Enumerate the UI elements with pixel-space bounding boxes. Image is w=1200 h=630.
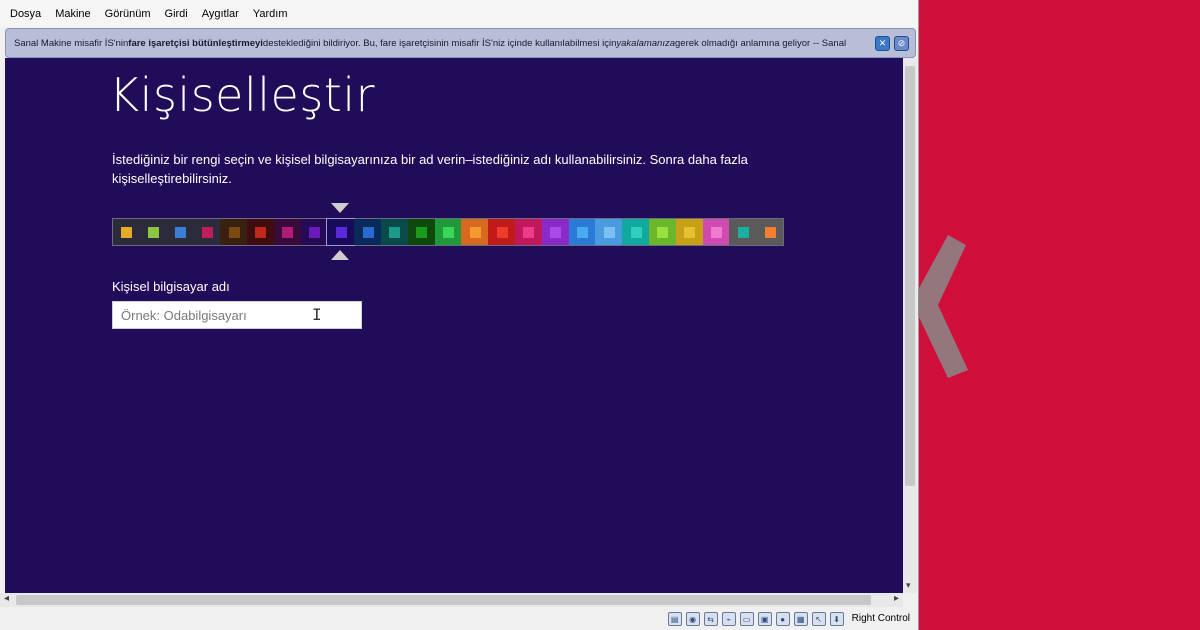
color-swatch-chip [121,227,133,238]
color-swatch[interactable] [300,219,328,245]
network-icon[interactable]: ⇆ [703,611,718,626]
color-swatch[interactable] [648,219,676,245]
color-swatch[interactable] [675,219,703,245]
notification-italic: yakalamanıza [616,37,676,49]
shared-folders-icon[interactable]: ▭ [739,611,754,626]
mouse-integration-icon[interactable]: ↖ [811,611,826,626]
virtualbox-window: Dosya Makine Görünüm Girdi Aygıtlar Yard… [0,0,919,630]
color-swatch[interactable] [354,219,381,245]
color-swatch-chip [308,227,320,238]
notification-text-3: gerek olmadığı anlamına geliyor -- Sanal [675,37,847,49]
color-swatch-chip [523,227,535,238]
color-swatch[interactable] [273,219,301,245]
horizontal-scrollbar[interactable]: ◂ ▸ [0,593,903,607]
usb-icon[interactable]: ⌁ [721,611,736,626]
color-swatch[interactable] [568,219,596,245]
display-icon[interactable]: ▣ [757,611,772,626]
vertical-scrollbar[interactable]: ▾ [903,58,917,593]
color-swatch[interactable] [434,219,462,245]
menu-aygitlar[interactable]: Aygıtlar [195,8,246,20]
color-swatch-chip [389,227,401,238]
notification-close-icon[interactable]: ⊘ [894,36,909,51]
menu-makine[interactable]: Makine [48,8,97,20]
color-swatch-chip [442,227,454,238]
color-swatch-chip [255,227,267,238]
notification-bold: fare işaretçisi bütünleştirmeyi [128,37,263,49]
horizontal-scroll-thumb[interactable] [16,595,871,605]
hard-disk-icon[interactable]: ▤ [667,611,682,626]
notification-info-icon[interactable]: ✕ [875,36,890,51]
text-cursor-icon: I [312,305,322,324]
color-swatch[interactable] [514,219,542,245]
color-swatch-chip [550,227,562,238]
color-swatch-chip [228,227,240,238]
selected-color-indicator-bottom-icon [331,250,349,260]
statusbar: ▤ ◉ ⇆ ⌁ ▭ ▣ ● ▦ ↖ ⬇ Right Control [0,607,918,630]
color-swatch[interactable] [488,219,515,245]
color-swatch[interactable] [139,219,167,245]
color-swatch-chip [282,227,294,238]
pc-name-label: Kişisel bilgisayar adı [112,279,230,294]
color-swatch[interactable] [246,219,274,245]
color-swatch[interactable] [193,219,221,245]
color-swatch[interactable] [166,219,194,245]
color-swatch-chip [657,227,669,238]
color-swatch-chip [335,227,347,238]
color-picker[interactable] [112,218,784,246]
color-swatch[interactable] [407,219,435,245]
color-swatch-chip [201,227,213,238]
guest-screen[interactable]: Kişiselleştir İstediğiniz bir rengi seçi… [5,58,903,593]
host-key-label: Right Control [851,613,910,624]
color-swatch[interactable] [380,219,408,245]
vertical-scroll-thumb[interactable] [905,66,915,486]
color-swatch-chip [737,227,749,238]
menu-girdi[interactable]: Girdi [158,8,195,20]
color-swatch-chip [174,227,186,238]
notification-text-2: desteklediğini bildiriyor. Bu, fare işar… [262,37,617,49]
mouse-integration-notification: Sanal Makine misafir İS'nin fare işaretç… [5,28,916,58]
pc-name-input[interactable] [112,301,362,329]
color-swatch[interactable] [702,219,730,245]
color-swatch[interactable] [113,219,140,245]
color-swatch-chip [603,227,615,238]
color-swatch-chip [496,227,508,238]
color-swatch[interactable] [461,219,489,245]
video-capture-icon[interactable]: ● [775,611,790,626]
selected-color-indicator-top-icon [331,203,349,213]
notification-text-1: Sanal Makine misafir İS'nin [14,37,129,49]
color-swatch-chip [710,227,722,238]
menu-dosya[interactable]: Dosya [0,8,48,20]
scroll-down-icon[interactable]: ▾ [906,580,911,591]
color-swatch-chip [764,227,776,238]
color-swatch[interactable] [541,219,569,245]
menu-gorunum[interactable]: Görünüm [98,8,158,20]
color-swatch-chip [362,227,374,238]
color-swatch[interactable] [326,218,356,246]
optical-drive-icon[interactable]: ◉ [685,611,700,626]
desktop-logo-fragment [918,235,968,378]
page-title: Kişiselleştir [109,68,376,122]
color-swatch[interactable] [595,219,623,245]
color-swatch-chip [469,227,481,238]
cpu-icon[interactable]: ▦ [793,611,808,626]
color-swatch-chip [416,227,428,238]
menubar: Dosya Makine Görünüm Girdi Aygıtlar Yard… [0,0,918,27]
menu-yardim[interactable]: Yardım [246,8,295,20]
color-swatch[interactable] [220,219,247,245]
color-swatch-chip [576,227,588,238]
color-swatch-chip [684,227,696,238]
color-swatch-chip [148,227,160,238]
color-swatch[interactable] [729,219,757,245]
color-swatch[interactable] [756,219,783,245]
scroll-left-icon[interactable]: ◂ [4,593,9,604]
scroll-right-icon[interactable]: ▸ [894,593,899,604]
keyboard-capture-icon[interactable]: ⬇ [829,611,844,626]
color-swatch-chip [630,227,642,238]
page-description: İstediğiniz bir rengi seçin ve kişisel b… [112,152,748,186]
color-swatch[interactable] [622,219,649,245]
